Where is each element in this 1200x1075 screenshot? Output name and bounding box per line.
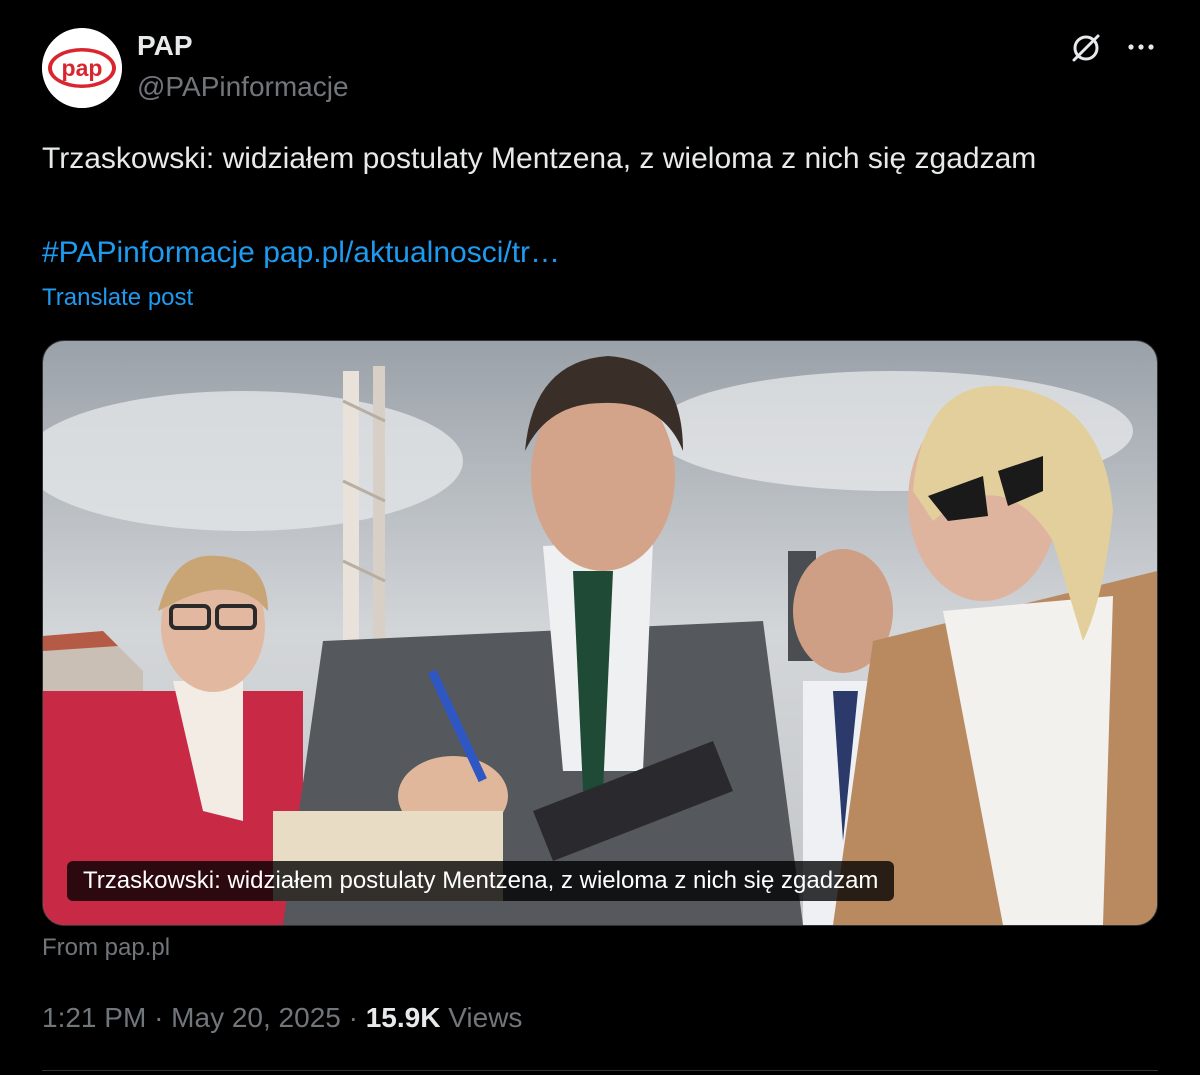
card-source[interactable]: From pap.pl <box>42 934 170 962</box>
views-count: 15.9K <box>365 1002 441 1033</box>
post-text: Trzaskowski: widziałem postulaty Mentzen… <box>42 142 1037 175</box>
post-links: #PAPinformacje pap.pl/aktualnosci/tr… <box>42 230 560 276</box>
translate-post-button[interactable]: Translate post <box>42 284 193 312</box>
card-caption: Trzaskowski: widziałem postulaty Mentzen… <box>67 861 895 901</box>
meta-separator: · <box>154 1002 164 1033</box>
post-date[interactable]: May 20, 2025 <box>171 1002 341 1033</box>
more-icon[interactable] <box>1124 30 1158 64</box>
hashtag-link[interactable]: #PAPinformacje <box>42 236 255 269</box>
meta-separator: · <box>348 1002 358 1033</box>
views-label: Views <box>448 1002 523 1033</box>
article-link[interactable]: pap.pl/aktualnosci/tr… <box>263 236 560 269</box>
article-photo <box>43 341 1157 925</box>
divider <box>42 1070 1158 1071</box>
post-time[interactable]: 1:21 PM <box>42 1002 146 1033</box>
avatar[interactable]: pap <box>42 28 122 108</box>
pap-logo: pap <box>42 28 122 108</box>
author-name[interactable]: PAP <box>137 30 193 62</box>
avatar-logo-text: pap <box>62 55 103 81</box>
post: pap PAP @PAPinformacje Trzaskowski: widz… <box>0 0 1200 1075</box>
link-card[interactable]: Trzaskowski: widziałem postulaty Mentzen… <box>42 340 1158 926</box>
post-meta: 1:21 PM · May 20, 2025 · 15.9K Views <box>42 1002 522 1034</box>
author-handle[interactable]: @PAPinformacje <box>137 71 349 103</box>
grok-icon[interactable] <box>1068 30 1104 66</box>
